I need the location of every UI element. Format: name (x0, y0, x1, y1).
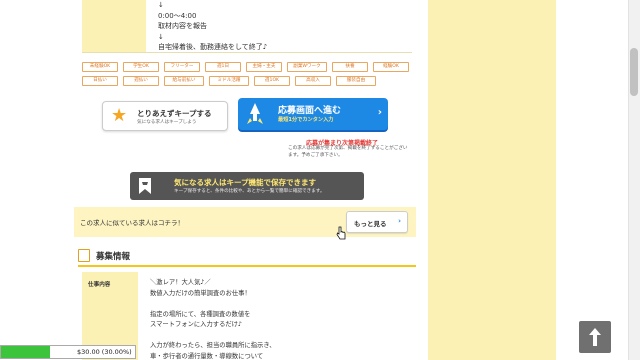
apply-button-sub: 最短1分でカンタン入力 (278, 117, 334, 123)
tag: 経験OK (373, 62, 409, 72)
progress-bar: $30.00 (30.00%) (0, 345, 136, 359)
divider (82, 52, 412, 53)
progress-label: $30.00 (30.00%) (77, 348, 132, 356)
keep-button[interactable]: ★ とりあえずキープする 気になる求人はキープしよう (102, 101, 228, 131)
tag: フリーター (164, 62, 200, 72)
job-content-text: ＼激レア！大人気♪／ 数値入力だけの簡単調査のお仕事！ 指定の場所にて、各種調査… (150, 279, 276, 360)
tag: 日払い (82, 76, 118, 86)
job-detail-main: ↓ 0:00〜4:00 取材内容を報告 ↓ 自宅帰着後、勤務連絡をして終了♪ 未… (74, 0, 416, 360)
apply-button-label: 応募画面へ進む (278, 106, 342, 116)
closing-notice-detail: この求人は応募が完了次第、掲載を終了することがございます。予めご了承下さい。 (288, 146, 408, 158)
scrollbar-thumb[interactable] (630, 48, 638, 96)
left-gutter (0, 0, 74, 360)
job-content-label: 仕事内容 (88, 282, 111, 288)
chevron-right-icon: › (377, 107, 382, 118)
arrow-up-icon (589, 328, 601, 346)
tag: 週1日 (205, 62, 241, 72)
tag: 服装自由 (336, 76, 376, 86)
schedule-text: ↓ 0:00〜4:00 取材内容を報告 ↓ 自宅帰着後、勤務連絡をして終了♪ (158, 1, 268, 51)
more-button[interactable]: もっと見る › (346, 211, 408, 233)
rocket-icon (247, 103, 263, 124)
hand-cursor-icon (336, 226, 346, 240)
apply-button[interactable]: 応募画面へ進む 最短1分でカンタン入力 › (238, 98, 388, 130)
similar-jobs-text: この求人に似ている求人はコチラ！ (80, 219, 184, 227)
schedule-row: ↓ 0:00〜4:00 取材内容を報告 ↓ 自宅帰着後、勤務連絡をして終了♪ (82, 0, 412, 53)
tag: 扶養 (332, 62, 368, 72)
keep-button-sub: 気になる求人はキープしよう (137, 120, 197, 125)
tag: 週1OK (254, 76, 290, 86)
schedule-label-cell (82, 0, 146, 52)
keep-info-banner: 気になる求人はキープ機能で保存できます キープ保存すると、条件の比較や、あとから… (130, 172, 364, 200)
recruit-info-heading: 募集情報 (78, 247, 416, 267)
bookmark-icon (139, 178, 151, 194)
document-icon (78, 249, 90, 262)
tag: 学生OK (123, 62, 159, 72)
tag: 副業Wワーク (287, 62, 327, 72)
tag: ミドル活躍 (209, 76, 249, 86)
tag: 週払い (123, 76, 159, 86)
keep-info-title: 気になる求人はキープ機能で保存できます (174, 178, 317, 187)
tag: 高収入 (295, 76, 331, 86)
chevron-right-icon: › (398, 217, 401, 225)
keep-info-sub: キープ保存すると、条件の比較や、あとから一覧で簡単に確認できます。 (174, 189, 325, 194)
keep-button-label: とりあえずキープする (137, 109, 212, 118)
more-button-label: もっと見る (354, 220, 387, 228)
back-to-top-button[interactable] (579, 321, 611, 353)
tag: 主婦・主夫 (246, 62, 282, 72)
recruit-info-title: 募集情報 (96, 252, 131, 262)
star-icon: ★ (111, 105, 128, 126)
right-sidebar (428, 0, 556, 360)
tag: 未経験OK (82, 62, 118, 72)
similar-jobs-bar: この求人に似ている求人はコチラ！ もっと見る › (74, 207, 416, 237)
tag: 給与前払い (164, 76, 204, 86)
progress-fill (1, 346, 51, 358)
